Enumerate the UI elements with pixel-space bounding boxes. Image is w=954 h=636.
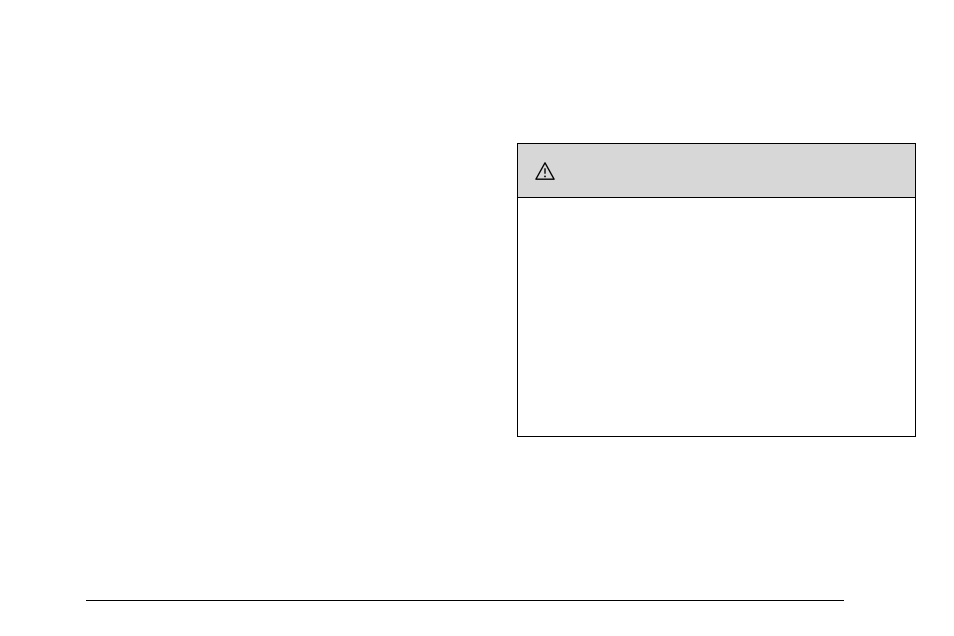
footer-divider bbox=[86, 600, 844, 601]
warning-body bbox=[518, 198, 915, 436]
warning-box bbox=[517, 143, 916, 437]
warning-triangle-icon bbox=[534, 161, 556, 181]
warning-header bbox=[518, 144, 915, 198]
